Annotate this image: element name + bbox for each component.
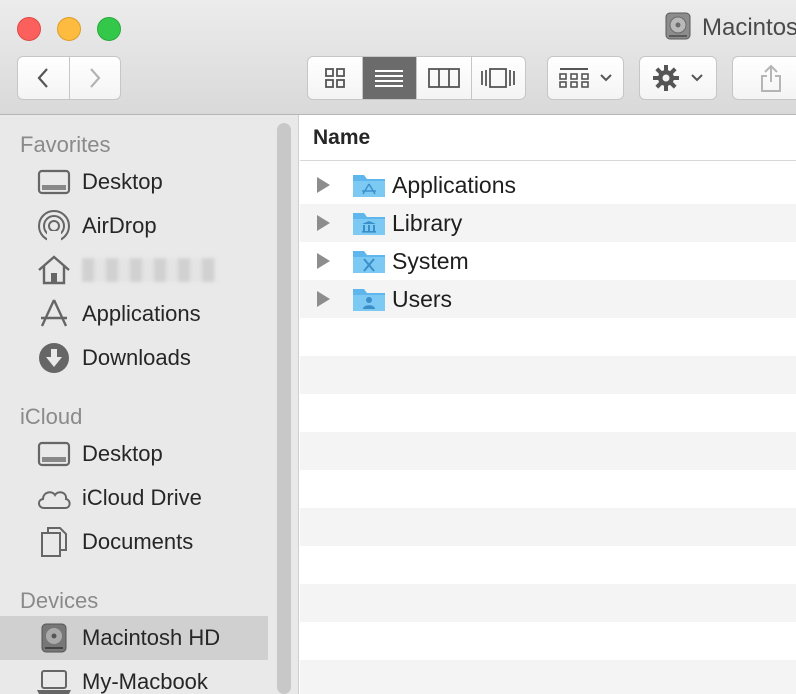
zoom-button[interactable] — [97, 17, 121, 41]
sidebar-item-label: iCloud Drive — [82, 485, 202, 510]
sidebar-item-label: Desktop — [82, 441, 163, 466]
file-row-users[interactable]: Users — [300, 280, 796, 318]
file-row-library[interactable]: Library — [300, 204, 796, 242]
desktop-icon — [36, 167, 72, 197]
sidebar-heading-devices: Devices — [20, 588, 99, 613]
chevron-right-icon — [89, 68, 101, 88]
share-button[interactable] — [732, 56, 796, 100]
file-list: Name Applications Library System Users — [300, 115, 796, 694]
view-mode-control — [307, 56, 526, 100]
documents-icon — [36, 527, 72, 557]
file-name: Users — [392, 286, 453, 312]
sidebar-item-label: Applications — [82, 301, 201, 326]
sidebar-item-label: Desktop — [82, 169, 163, 194]
chevron-down-icon — [691, 74, 703, 82]
downloads-icon — [36, 343, 72, 373]
file-name: Applications — [392, 172, 517, 198]
sidebar-heading-icloud: iCloud — [20, 404, 83, 429]
sidebar-item-airdrop[interactable]: AirDrop — [0, 204, 268, 248]
hard-drive-icon — [664, 11, 692, 46]
empty-row — [300, 432, 796, 470]
empty-row — [300, 356, 796, 394]
column-header-name[interactable]: Name — [300, 115, 796, 161]
library-folder-icon — [352, 209, 386, 242]
window-title: Macintosh HD — [664, 12, 796, 44]
sidebar-item-applications[interactable]: Applications — [0, 292, 268, 336]
cover-flow-icon — [481, 68, 516, 88]
file-row-applications[interactable]: Applications — [300, 166, 796, 204]
chevron-down-icon — [599, 74, 612, 82]
sidebar-item-label: My-Macbook — [82, 669, 208, 694]
hard-drive-icon — [36, 623, 72, 653]
sidebar-item-macintosh-hd[interactable]: Macintosh HD — [0, 616, 268, 660]
system-folder-icon — [352, 247, 386, 280]
sidebar-item-my-macbook[interactable]: My-Macbook — [0, 660, 268, 694]
redacted-username — [82, 258, 217, 282]
gear-icon — [653, 65, 679, 91]
disclosure-triangle-icon[interactable] — [317, 253, 330, 269]
icon-view-icon — [324, 68, 345, 88]
desktop-icon — [36, 439, 72, 469]
finder-window: Macintosh HD — [0, 0, 796, 694]
empty-row — [300, 584, 796, 622]
laptop-icon — [36, 667, 72, 694]
cloud-icon — [36, 483, 72, 513]
disclosure-triangle-icon[interactable] — [317, 291, 330, 307]
empty-row — [300, 660, 796, 694]
column-view-button[interactable] — [417, 57, 472, 99]
sidebar-heading-favorites: Favorites — [20, 132, 111, 157]
home-icon — [36, 255, 72, 285]
back-forward-group — [17, 56, 121, 100]
column-header-label: Name — [313, 126, 371, 149]
list-view-icon — [375, 70, 404, 87]
arrange-grid-icon — [558, 68, 589, 88]
sidebar-item-documents[interactable]: Documents — [0, 520, 268, 564]
sidebar-item-label: AirDrop — [82, 213, 157, 238]
sidebar-item-icloud-desktop[interactable]: Desktop — [0, 432, 268, 476]
sidebar-item-label: Downloads — [82, 345, 191, 370]
sidebar: Favorites Desktop AirDrop Applications D… — [0, 115, 299, 694]
share-icon — [761, 64, 781, 92]
list-view-button[interactable] — [362, 57, 417, 99]
airdrop-icon — [36, 210, 72, 243]
arrange-button[interactable] — [547, 56, 624, 100]
icon-view-button[interactable] — [308, 57, 363, 99]
forward-button[interactable] — [70, 57, 121, 99]
file-row-system[interactable]: System — [300, 242, 796, 280]
sidebar-item-label: Documents — [82, 529, 194, 554]
applications-icon — [36, 299, 72, 329]
minimize-button[interactable] — [57, 17, 81, 41]
file-name: Library — [392, 210, 463, 236]
back-button[interactable] — [18, 57, 70, 99]
sidebar-item-desktop[interactable]: Desktop — [0, 160, 268, 204]
sidebar-item-home[interactable] — [0, 248, 268, 292]
column-view-icon — [427, 68, 460, 88]
chevron-left-icon — [37, 68, 49, 88]
sidebar-item-icloud-drive[interactable]: iCloud Drive — [0, 476, 268, 520]
sidebar-item-downloads[interactable]: Downloads — [0, 336, 268, 380]
window-title-text: Macintosh HD — [702, 14, 796, 41]
empty-row — [300, 508, 796, 546]
disclosure-triangle-icon[interactable] — [317, 177, 330, 193]
close-button[interactable] — [17, 17, 41, 41]
sidebar-item-label: Macintosh HD — [82, 625, 221, 650]
disclosure-triangle-icon[interactable] — [317, 215, 330, 231]
users-folder-icon — [352, 285, 386, 318]
applications-folder-icon — [352, 171, 386, 204]
sidebar-scrollbar[interactable] — [277, 123, 291, 694]
toolbar: Macintosh HD — [0, 0, 796, 115]
action-button[interactable] — [639, 56, 717, 100]
cover-flow-button[interactable] — [472, 57, 526, 99]
file-name: System — [392, 248, 469, 274]
